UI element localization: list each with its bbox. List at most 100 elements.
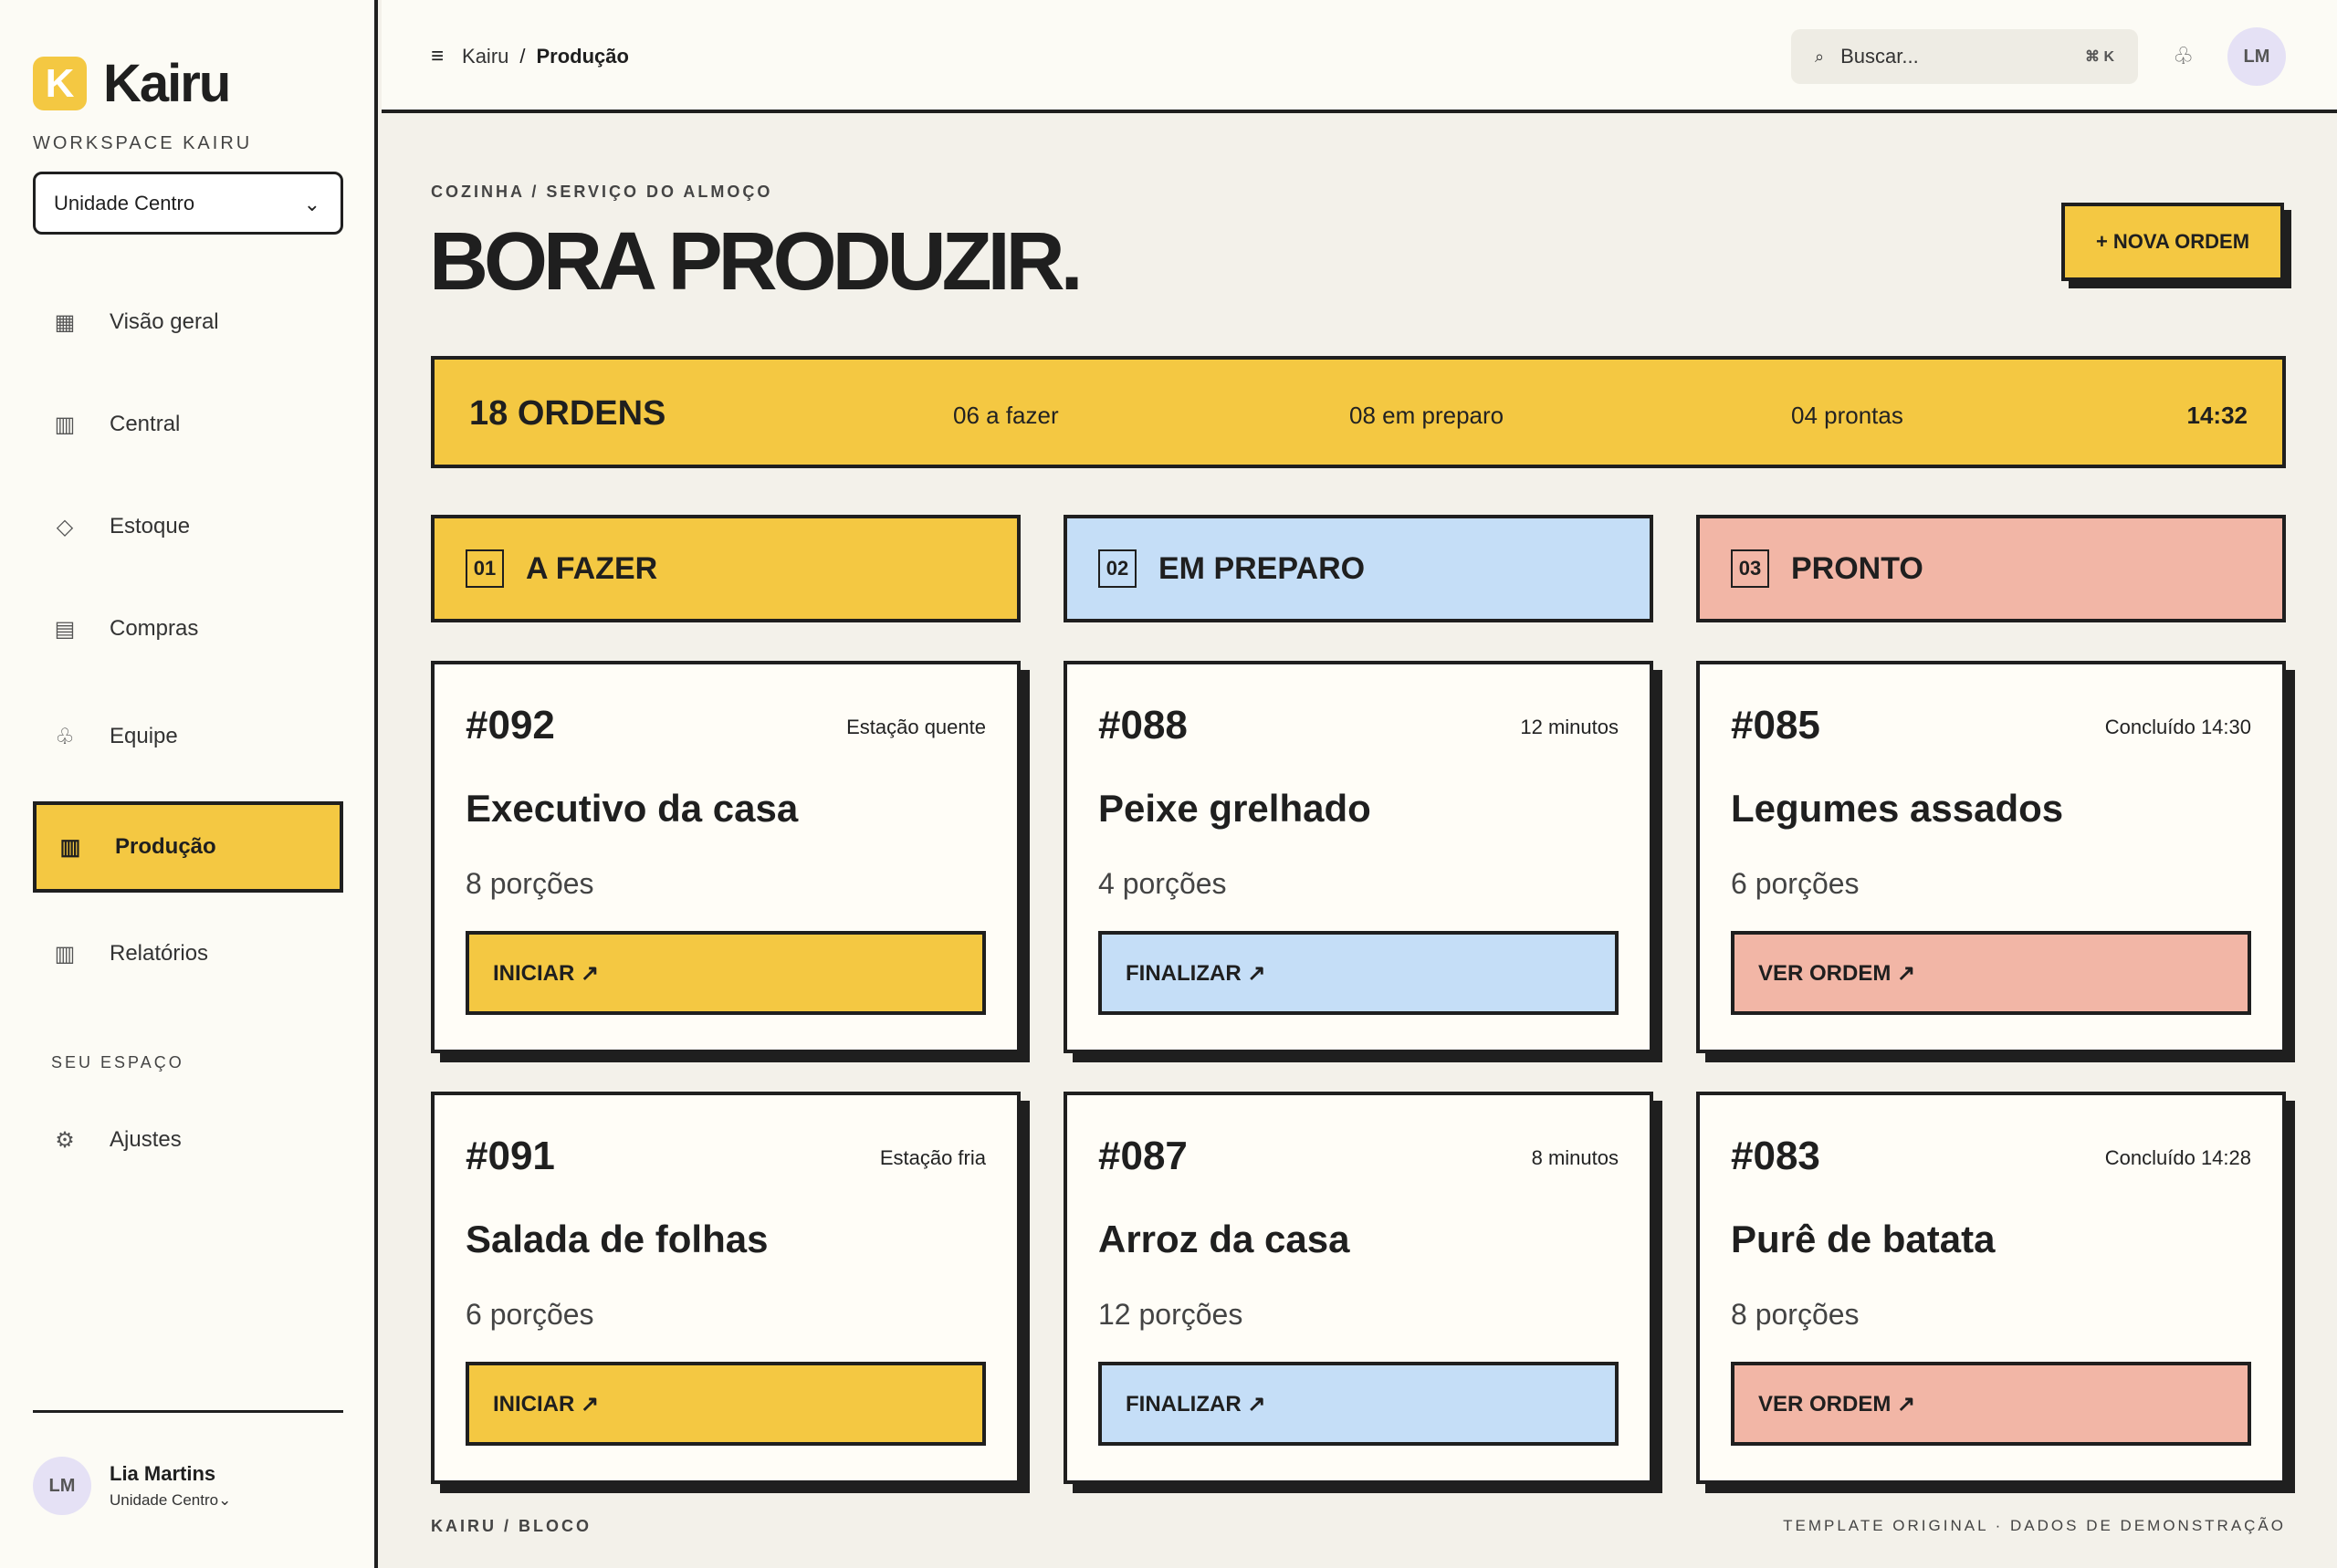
list-icon: ▤ bbox=[54, 616, 76, 642]
grid-icon: ▦ bbox=[54, 309, 76, 335]
avatar[interactable]: LM bbox=[2227, 27, 2286, 86]
order-portions: 8 porções bbox=[466, 867, 594, 900]
sidebar-item-label: Compras bbox=[110, 616, 199, 641]
profile-name: Lia Martins bbox=[110, 1462, 216, 1485]
breadcrumb-root[interactable]: Kairu bbox=[462, 45, 508, 68]
club-icon: ♧ bbox=[55, 724, 75, 749]
notifications-icon[interactable]: ♧ bbox=[2173, 42, 2194, 70]
divider bbox=[33, 1410, 343, 1413]
finish-button[interactable]: FINALIZAR ↗ bbox=[1098, 931, 1619, 1015]
brand-name: Kairu bbox=[103, 54, 231, 113]
column-title: PRONTO bbox=[1791, 550, 1923, 586]
order-card[interactable]: #083 Concluído 14:28 Purê de batata 8 po… bbox=[1696, 1092, 2286, 1484]
orders-total: 18 ORDENS bbox=[469, 394, 666, 433]
start-button[interactable]: INICIAR ↗ bbox=[466, 1362, 986, 1446]
order-id: #091 bbox=[466, 1134, 555, 1178]
topbar: ≡ Kairu / Produção ⌕ Buscar... ⌘ K ♧ LM bbox=[382, 0, 2337, 113]
avatar: LM bbox=[33, 1457, 91, 1515]
column-number: 01 bbox=[466, 549, 504, 588]
footer-note: TEMPLATE ORIGINAL · DADOS DE DEMONSTRAÇÃ… bbox=[1783, 1517, 2286, 1534]
order-meta: Concluído 14:28 bbox=[2104, 1146, 2251, 1169]
column-number: 03 bbox=[1731, 549, 1769, 588]
order-id: #083 bbox=[1731, 1134, 1820, 1178]
column-header-todo: 01 A FAZER bbox=[431, 515, 1021, 622]
order-dish: Legumes assados bbox=[1731, 787, 2064, 830]
diamond-icon: ◇ bbox=[56, 514, 74, 539]
sidebar-item-estoque[interactable]: ◇ Estoque bbox=[33, 495, 343, 559]
order-meta: Concluído 14:30 bbox=[2104, 716, 2251, 738]
current-time: 14:32 bbox=[2186, 402, 2248, 429]
view-order-button[interactable]: VER ORDEM ↗ bbox=[1731, 931, 2251, 1015]
page-eyebrow: COZINHA / SERVIÇO DO ALMOÇO bbox=[431, 183, 773, 201]
menu-icon[interactable]: ≡ bbox=[431, 44, 444, 69]
search-placeholder: Buscar... bbox=[1840, 45, 1919, 68]
sidebar-item-visao-geral[interactable]: ▦ Visão geral bbox=[33, 290, 343, 354]
barcode-icon: ▥ bbox=[59, 834, 81, 860]
order-card[interactable]: #092 Estação quente Executivo da casa 8 … bbox=[431, 661, 1021, 1053]
order-portions: 4 porções bbox=[1098, 867, 1227, 900]
sidebar-item-ajustes[interactable]: ⚙ Ajustes bbox=[33, 1108, 343, 1172]
sidebar-item-label: Ajustes bbox=[110, 1127, 182, 1152]
column-title: A FAZER bbox=[526, 550, 658, 586]
unit-select-value: Unidade Centro bbox=[54, 191, 195, 214]
sidebar-item-compras[interactable]: ▤ Compras bbox=[33, 597, 343, 661]
new-order-button[interactable]: + NOVA ORDEM bbox=[2061, 203, 2284, 281]
column-header-in-progress: 02 EM PREPARO bbox=[1064, 515, 1653, 622]
order-id: #088 bbox=[1098, 703, 1188, 747]
chart-icon: ▥ bbox=[54, 941, 76, 967]
sidebar-item-label: Equipe bbox=[110, 724, 178, 748]
section-label: SEU ESPAÇO bbox=[51, 1053, 184, 1071]
brand[interactable]: K Kairu bbox=[33, 53, 231, 114]
stat-in-progress: 08 em preparo bbox=[1349, 402, 1504, 429]
order-meta: 12 minutos bbox=[1520, 716, 1619, 738]
sidebar-item-producao[interactable]: ▥ Produção bbox=[33, 801, 343, 893]
order-meta: 8 minutos bbox=[1531, 1146, 1619, 1169]
sidebar-item-label: Relatórios bbox=[110, 941, 209, 966]
sidebar-item-label: Produção bbox=[115, 834, 216, 859]
sidebar-item-label: Central bbox=[110, 412, 181, 436]
order-portions: 8 porções bbox=[1731, 1298, 1860, 1331]
order-dish: Arroz da casa bbox=[1098, 1218, 1350, 1260]
view-order-button[interactable]: VER ORDEM ↗ bbox=[1731, 1362, 2251, 1446]
gear-icon: ⚙ bbox=[55, 1127, 75, 1153]
profile-unit: Unidade Centro⌄ bbox=[110, 1491, 232, 1509]
column-title: EM PREPARO bbox=[1158, 550, 1366, 586]
sidebar-item-label: Visão geral bbox=[110, 309, 219, 334]
start-button[interactable]: INICIAR ↗ bbox=[466, 931, 986, 1015]
order-dish: Peixe grelhado bbox=[1098, 787, 1371, 830]
column-number: 02 bbox=[1098, 549, 1137, 588]
order-id: #087 bbox=[1098, 1134, 1188, 1178]
order-card[interactable]: #088 12 minutos Peixe grelhado 4 porções… bbox=[1064, 661, 1653, 1053]
search-input[interactable]: ⌕ Buscar... ⌘ K bbox=[1791, 29, 2138, 84]
stat-todo: 06 a fazer bbox=[953, 402, 1059, 429]
columns-icon: ▥ bbox=[54, 412, 76, 437]
search-shortcut: ⌘ K bbox=[2085, 49, 2114, 65]
order-id: #085 bbox=[1731, 703, 1820, 747]
order-card[interactable]: #087 8 minutos Arroz da casa 12 porções … bbox=[1064, 1092, 1653, 1484]
workspace-label: WORKSPACE KAIRU bbox=[33, 133, 253, 153]
breadcrumb-current: Produção bbox=[536, 45, 629, 68]
order-card[interactable]: #091 Estação fria Salada de folhas 6 por… bbox=[431, 1092, 1021, 1484]
sidebar-item-central[interactable]: ▥ Central bbox=[33, 392, 343, 456]
sidebar-item-label: Estoque bbox=[110, 514, 191, 538]
breadcrumb: ≡ Kairu / Produção bbox=[431, 44, 629, 69]
brand-logo: K bbox=[33, 57, 87, 110]
order-portions: 12 porções bbox=[1098, 1298, 1243, 1331]
order-dish: Salada de folhas bbox=[466, 1218, 769, 1260]
sidebar-item-relatorios[interactable]: ▥ Relatórios bbox=[33, 922, 343, 986]
summary-bar: 18 ORDENS 06 a fazer 08 em preparo 04 pr… bbox=[431, 356, 2286, 468]
order-portions: 6 porções bbox=[1731, 867, 1860, 900]
finish-button[interactable]: FINALIZAR ↗ bbox=[1098, 1362, 1619, 1446]
breadcrumb-separator: / bbox=[519, 45, 526, 68]
unit-select[interactable]: Unidade Centro ⌄ bbox=[33, 172, 343, 235]
order-card[interactable]: #085 Concluído 14:30 Legumes assados 6 p… bbox=[1696, 661, 2286, 1053]
order-portions: 6 porções bbox=[466, 1298, 594, 1331]
sidebar: K Kairu WORKSPACE KAIRU Unidade Centro ⌄… bbox=[0, 0, 378, 1568]
order-dish: Executivo da casa bbox=[466, 787, 799, 830]
user-profile[interactable]: LM Lia Martins Unidade Centro⌄ bbox=[33, 1457, 231, 1515]
order-meta: Estação fria bbox=[879, 1146, 986, 1169]
footer-brand: KAIRU / BLOCO bbox=[431, 1517, 592, 1535]
column-header-ready: 03 PRONTO bbox=[1696, 515, 2286, 622]
order-dish: Purê de batata bbox=[1731, 1218, 1996, 1260]
sidebar-item-equipe[interactable]: ♧ Equipe bbox=[33, 705, 343, 768]
